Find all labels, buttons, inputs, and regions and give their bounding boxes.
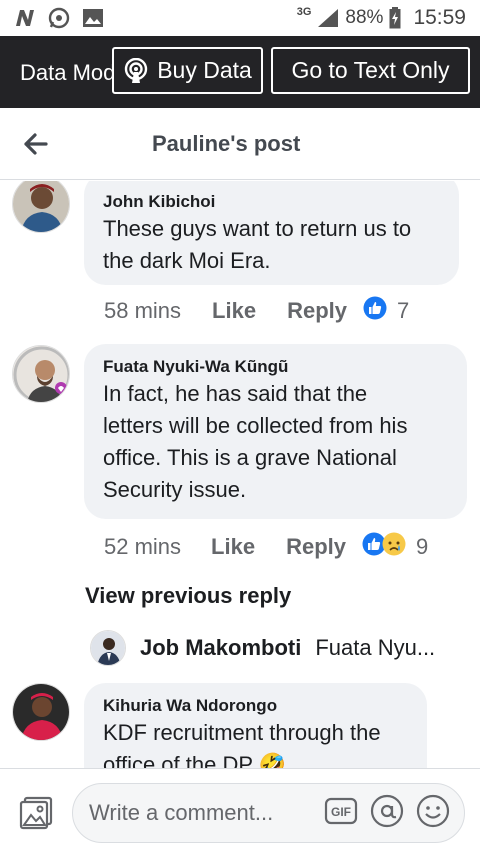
gif-icon[interactable]: GIF: [324, 796, 358, 831]
comment-text-line: These guys want to return us to: [103, 216, 412, 241]
view-previous-reply-link[interactable]: View previous reply: [85, 583, 291, 609]
buy-data-button[interactable]: Buy Data: [112, 47, 263, 94]
reply-author[interactable]: Job Makomboti: [140, 635, 301, 661]
reactions[interactable]: 7: [363, 296, 409, 326]
text-only-label: Go to Text Only: [291, 57, 450, 83]
sad-reaction-icon: [382, 532, 406, 562]
avatar[interactable]: [90, 630, 126, 666]
comment-bubble[interactable]: Kihuria Wa Ndorongo KDF recruitment thro…: [84, 683, 427, 768]
comment-text-line: office of the DP 🤣: [103, 752, 287, 768]
avatar[interactable]: [12, 181, 70, 233]
gif-label: GIF: [331, 805, 351, 819]
back-arrow-icon[interactable]: [22, 130, 50, 158]
n-app-icon: [14, 8, 36, 28]
clock: 15:59: [413, 6, 466, 29]
page-title: Pauline's post: [152, 131, 301, 156]
comment-bubble[interactable]: John Kibichoi These guys want to return …: [84, 181, 459, 285]
comment-bubble[interactable]: Fuata Nyuki-Wa Kũngũ In fact, he has sai…: [84, 344, 467, 519]
photo-icon[interactable]: [18, 795, 54, 831]
signal-icon: [317, 8, 339, 28]
emoji-icon[interactable]: [416, 794, 450, 833]
reply-button[interactable]: Reply: [286, 534, 346, 560]
reaction-count: 7: [397, 298, 410, 323]
like-button[interactable]: Like: [211, 534, 255, 560]
post-header: Pauline's post: [0, 108, 480, 180]
comment-author[interactable]: Kihuria Wa Ndorongo: [103, 695, 409, 717]
avatar[interactable]: [12, 683, 70, 741]
status-bar: 3G 88% 15:59: [0, 0, 480, 36]
mention-icon[interactable]: [370, 794, 404, 833]
comment-author[interactable]: John Kibichoi: [103, 191, 441, 213]
avatar[interactable]: [12, 345, 70, 403]
reaction-count: 9: [416, 534, 429, 559]
battery-percent: 88%: [345, 7, 384, 28]
comment-text-line: the dark Moi Era.: [103, 248, 271, 273]
comment-list[interactable]: John Kibichoi These guys want to return …: [0, 181, 480, 768]
comment-composer: Write a comment... GIF: [0, 768, 480, 854]
reactions[interactable]: 9: [362, 532, 428, 562]
comment-actions: 52 mins Like Reply 9: [104, 532, 428, 562]
comment-placeholder: Write a comment...: [89, 800, 274, 825]
broadcast-icon: [123, 57, 149, 84]
network-type: 3G: [296, 6, 312, 18]
battery-icon: [389, 7, 401, 29]
comment-text-line: letters will be collected from his: [103, 413, 408, 438]
comment-text-line: Security issue.: [103, 477, 247, 502]
comment-time[interactable]: 58 mins: [104, 298, 181, 324]
gallery-icon: [82, 8, 104, 28]
nested-reply-preview[interactable]: Job Makomboti Fuata Nyu...: [90, 630, 435, 666]
whatsapp-icon: [48, 7, 70, 29]
reply-preview-text: Fuata Nyu...: [315, 635, 436, 660]
comment-text-line: KDF recruitment through the: [103, 720, 381, 745]
comment-time[interactable]: 52 mins: [104, 534, 181, 560]
comment-text-line: In fact, he has said that the: [103, 381, 368, 406]
comment-input[interactable]: Write a comment... GIF: [72, 783, 465, 843]
comment-actions: 58 mins Like Reply 7: [104, 296, 409, 326]
comment-author[interactable]: Fuata Nyuki-Wa Kũngũ: [103, 356, 449, 378]
comment-text-line: office. This is a grave National: [103, 445, 397, 470]
text-only-button[interactable]: Go to Text Only: [271, 47, 470, 94]
like-reaction-icon: [363, 296, 387, 326]
like-button[interactable]: Like: [212, 298, 256, 324]
data-mode-bar: Data Mode Buy Data Go to Text Only: [0, 36, 480, 108]
reply-button[interactable]: Reply: [287, 298, 347, 324]
buy-data-label: Buy Data: [157, 57, 252, 83]
